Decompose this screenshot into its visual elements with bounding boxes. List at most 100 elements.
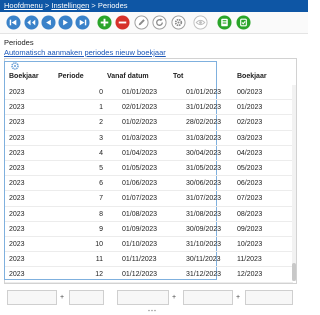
cell-period: 10 [95, 241, 103, 248]
cell-period: 5 [99, 165, 103, 172]
cell-year: 2023 [9, 149, 25, 157]
cell-year: 2023 [9, 134, 25, 142]
scrollbar-track[interactable] [292, 85, 296, 281]
first-record-button[interactable] [6, 15, 21, 30]
play-previous-button[interactable] [41, 15, 56, 30]
breadcrumb-separator: > [91, 1, 96, 10]
edit-button[interactable] [134, 15, 149, 30]
table-row[interactable]: 2023 4 01/04/2023 30/04/2023 04/2023 [5, 146, 293, 161]
cell-fiscal-period: 10/2023 [237, 241, 263, 248]
cell-fiscal-period: 04/2023 [237, 149, 263, 157]
cell-period: 3 [99, 134, 103, 142]
cell-year: 2023 [9, 271, 25, 279]
table-row[interactable]: 2023 9 01/09/2023 30/09/2023 09/2023 [5, 222, 293, 237]
cell-to-date: 31/03/2023 [186, 134, 222, 142]
cell-year: 2023 [9, 225, 25, 233]
footer-separator: + [172, 294, 177, 301]
cell-from-date: 01/09/2023 [122, 225, 158, 233]
cell-to-date: 31/12/2023 [186, 271, 222, 279]
column-header-year[interactable]: Boekjaar [9, 73, 39, 80]
cell-from-date: 01/08/2023 [122, 210, 158, 218]
grid-scrollbar[interactable] [292, 85, 296, 281]
view-button[interactable] [193, 15, 208, 30]
add-icon [97, 15, 112, 30]
cell-period: 6 [99, 180, 103, 188]
table-row[interactable]: 2023 0 01/01/2023 01/01/2023 00/2023 [5, 85, 293, 101]
toolbar [0, 12, 308, 34]
table-row[interactable]: 2023 3 01/03/2023 31/03/2023 03/2023 [5, 131, 293, 146]
clipboard-button[interactable] [236, 15, 251, 30]
refresh-icon [152, 15, 167, 30]
table-row[interactable]: 2023 6 01/06/2023 30/06/2023 06/2023 [5, 176, 293, 192]
cell-period: 7 [99, 195, 103, 203]
cell-year: 2023 [9, 104, 25, 112]
table-row[interactable]: 2023 5 01/05/2023 31/05/2023 05/2023 [5, 161, 293, 177]
grid-footer: + + + [0, 288, 308, 308]
last-record-button[interactable] [75, 15, 90, 30]
column-header-fiscal-period[interactable]: Boekjaar [237, 73, 267, 80]
eye-icon [193, 15, 208, 30]
cell-from-date: 01/07/2023 [122, 195, 158, 203]
cell-from-date: 01/01/2023 [122, 89, 158, 96]
export-icon [217, 15, 232, 30]
play-next-icon [58, 15, 73, 30]
footer-input-year[interactable] [7, 290, 57, 305]
cell-from-date: 01/06/2023 [122, 180, 158, 188]
table-row[interactable]: 2023 8 01/08/2023 31/08/2023 08/2023 [5, 207, 293, 222]
table-row[interactable]: 2023 12 01/12/2023 31/12/2023 12/2023 [5, 267, 293, 283]
scrollbar-thumb[interactable] [292, 263, 296, 281]
footer-separator: + [236, 294, 241, 301]
cell-year: 2023 [9, 210, 25, 218]
column-header-period[interactable]: Periode [58, 73, 84, 80]
resize-grip-icon[interactable] [146, 308, 158, 313]
breadcrumb-settings-link[interactable]: Instellingen [51, 1, 89, 10]
footer-input-period[interactable] [69, 290, 104, 305]
footer-input-fiscal-period[interactable] [245, 290, 293, 305]
table-row[interactable]: 2023 1 02/01/2023 31/01/2023 01/2023 [5, 100, 293, 116]
cell-period: 1 [99, 104, 103, 112]
cell-from-date: 01/03/2023 [122, 134, 158, 142]
table-row[interactable]: 2023 7 01/07/2023 31/07/2023 07/2023 [5, 191, 293, 207]
refresh-button[interactable] [152, 15, 167, 30]
table-row[interactable]: 2023 2 01/02/2023 28/02/2023 02/2023 [5, 115, 293, 131]
cell-to-date: 31/01/2023 [186, 104, 222, 112]
cell-from-date: 01/02/2023 [122, 119, 158, 127]
play-next-button[interactable] [58, 15, 73, 30]
cell-fiscal-period: 00/2023 [237, 89, 263, 96]
cell-period: 12 [95, 271, 103, 279]
table-row[interactable]: 2023 10 01/10/2023 31/10/2023 10/2023 [5, 237, 293, 253]
remove-button[interactable] [115, 15, 130, 30]
clipboard-icon [236, 15, 251, 30]
cell-period: 9 [99, 225, 103, 233]
cell-to-date: 31/05/2023 [186, 165, 222, 172]
table-row[interactable]: 2023 11 01/11/2023 30/11/2023 11/2023 [5, 252, 293, 268]
footer-separator: + [60, 294, 65, 301]
grid-settings-icon[interactable] [10, 61, 20, 71]
cell-to-date: 28/02/2023 [186, 119, 222, 127]
previous-record-button[interactable] [24, 15, 39, 30]
cell-year: 2023 [9, 165, 25, 172]
footer-input-to-date[interactable] [183, 290, 233, 305]
cell-year: 2023 [9, 195, 25, 203]
play-previous-icon [41, 15, 56, 30]
footer-input-from-date[interactable] [117, 290, 169, 305]
settings-button[interactable] [171, 15, 186, 30]
cell-to-date: 01/01/2023 [186, 89, 222, 96]
cell-to-date: 31/07/2023 [186, 195, 222, 203]
cell-fiscal-period: 07/2023 [237, 195, 263, 203]
add-button[interactable] [97, 15, 112, 30]
export-button[interactable] [217, 15, 232, 30]
column-header-to-date[interactable]: Tot [173, 73, 183, 80]
cell-to-date: 31/10/2023 [186, 241, 222, 248]
cell-to-date: 30/06/2023 [186, 180, 222, 188]
breadcrumb-home-link[interactable]: Hoofdmenu [4, 1, 43, 10]
cell-fiscal-period: 01/2023 [237, 104, 263, 112]
auto-create-periods-link[interactable]: Automatisch aanmaken periodes nieuw boek… [4, 48, 166, 57]
breadcrumb-separator: > [44, 1, 50, 10]
cell-fiscal-period: 09/2023 [237, 225, 263, 233]
cell-to-date: 30/11/2023 [186, 256, 221, 264]
column-header-from-date[interactable]: Vanaf datum [107, 73, 149, 80]
last-icon [75, 15, 90, 30]
breadcrumb: Hoofdmenu > Instellingen > Periodes [0, 0, 308, 12]
cell-period: 2 [99, 119, 103, 127]
